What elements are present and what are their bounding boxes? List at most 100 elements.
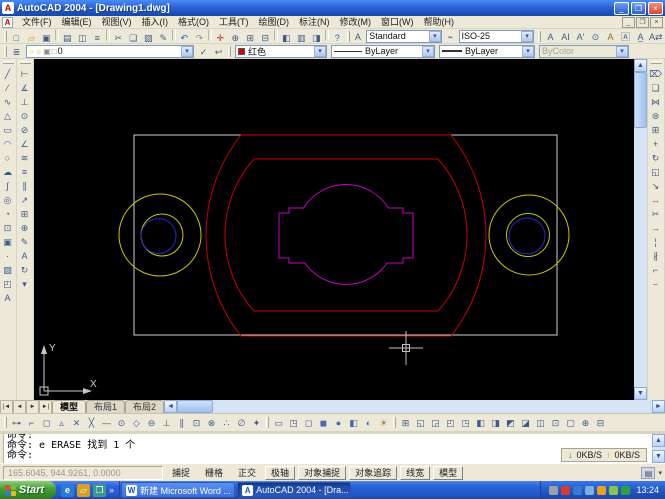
match-properties-icon[interactable]: ✎	[156, 31, 171, 44]
maximize-button[interactable]: ❐	[631, 1, 646, 15]
toolbar-grip[interactable]	[228, 45, 231, 57]
revcloud-icon[interactable]: ☁	[0, 164, 15, 178]
layout-tab[interactable]: 布局1	[86, 400, 126, 413]
task-button[interactable]: A AutoCAD 2004 - [Dra...	[237, 482, 352, 498]
move-icon[interactable]: +	[648, 136, 663, 150]
lengthen-icon[interactable]: ↔	[648, 192, 663, 206]
chevron-down-icon[interactable]: ▾	[181, 45, 193, 57]
quick-launch-chevron-icon[interactable]: »	[109, 485, 114, 495]
extend-icon[interactable]: →	[648, 220, 663, 234]
scale-text-icon[interactable]: 🄰	[618, 30, 633, 43]
tray-icon[interactable]	[585, 485, 595, 495]
layout-tab[interactable]: 模型	[52, 400, 87, 413]
menu-item[interactable]: 标注(N)	[294, 16, 335, 29]
snap-intersection-icon[interactable]: ✕	[69, 416, 84, 429]
materials-icon[interactable]: ⊟	[593, 416, 608, 429]
dimension-text-edit-icon[interactable]: A	[17, 248, 32, 262]
left-hole-circle[interactable]	[140, 218, 177, 254]
center-mark-icon[interactable]: ⊕	[17, 220, 32, 234]
save-icon[interactable]: ▣	[39, 31, 54, 44]
render-icon[interactable]: ☀	[376, 416, 391, 429]
snap-parallel-icon[interactable]: ∥	[174, 416, 189, 429]
quick-leader-icon[interactable]: ↗	[17, 192, 32, 206]
text-style-manager-icon[interactable]: A	[352, 30, 365, 43]
angular-dimension-icon[interactable]: ∠	[17, 136, 32, 150]
3d-wireframe-icon[interactable]: ◳	[286, 416, 301, 429]
toolbar-grip[interactable]	[650, 61, 662, 64]
ne-isometric-icon[interactable]: ◫	[533, 416, 548, 429]
radius-dimension-icon[interactable]: ⊙	[17, 108, 32, 122]
multiline-text-icon[interactable]: A	[543, 30, 558, 43]
chevron-down-icon[interactable]: ▾	[314, 45, 326, 57]
make-block-icon[interactable]: ▣	[0, 234, 15, 248]
tab-next-button[interactable]: ►	[26, 400, 39, 413]
gouraud-shaded-edges-icon[interactable]: ◐	[361, 416, 376, 429]
scroll-up-icon[interactable]: ▲	[652, 434, 665, 447]
tray-icon[interactable]	[573, 485, 583, 495]
line-icon[interactable]: ╱	[0, 66, 15, 80]
snap-none-icon[interactable]: ∅	[234, 416, 249, 429]
drawing-canvas[interactable]: YX	[34, 59, 634, 400]
erase-icon[interactable]: ⌦	[648, 66, 663, 80]
polyline-icon[interactable]: ∿	[0, 94, 15, 108]
quick-dimension-icon[interactable]: ≋	[17, 150, 32, 164]
task-button[interactable]: W 新建 Microsoft Word ...	[121, 482, 236, 498]
toolbar-grip[interactable]	[2, 61, 14, 64]
command-scrollbar[interactable]: ▲ ▼	[652, 434, 665, 463]
dimension-style-icon[interactable]: ▾	[17, 276, 32, 290]
hatch-icon[interactable]: ▨	[0, 262, 15, 276]
horizontal-scroll-track[interactable]	[213, 400, 652, 413]
right-hole-circle[interactable]	[508, 217, 546, 255]
toolbar-grip[interactable]	[19, 61, 31, 64]
tab-prev-button[interactable]: ◄	[13, 400, 26, 413]
baseline-dimension-icon[interactable]: ≡	[17, 164, 32, 178]
aligned-dimension-icon[interactable]: ∡	[17, 80, 32, 94]
left-boss-outer-circle[interactable]	[118, 193, 202, 277]
flat-shaded-icon[interactable]: ◼	[316, 416, 331, 429]
color-combo[interactable]: 红色 ▾	[235, 44, 327, 58]
layout-tab[interactable]: 布局2	[125, 400, 165, 413]
fillet-icon[interactable]: ⌣	[648, 276, 663, 290]
make-object-layer-current-icon[interactable]: ✓	[196, 45, 211, 58]
camera-icon[interactable]: ▢	[563, 416, 578, 429]
tab-first-button[interactable]: |◄	[0, 400, 13, 413]
toolbar-grip[interactable]	[393, 417, 396, 428]
tab-last-button[interactable]: ►|	[39, 400, 52, 413]
snap-perpendicular-icon[interactable]: ⊥	[159, 416, 174, 429]
layer-manager-icon[interactable]: ≣	[9, 45, 24, 58]
snap-insert-icon[interactable]: ⊡	[189, 416, 204, 429]
rectangle-icon[interactable]: ▭	[0, 122, 15, 136]
toolbar-grip[interactable]	[4, 30, 7, 42]
flat-shaded-edges-icon[interactable]: ◧	[346, 416, 361, 429]
menu-item[interactable]: 帮助(H)	[419, 16, 460, 29]
new-file-icon[interactable]: □	[9, 31, 24, 44]
quicklaunch-folder-icon[interactable]: ▱	[77, 483, 91, 497]
rotate-icon[interactable]: ↻	[648, 150, 663, 164]
scroll-down-icon[interactable]: ▼	[652, 450, 665, 463]
child-close-button[interactable]: ×	[650, 16, 663, 28]
single-line-text-icon[interactable]: AI	[558, 30, 573, 43]
stretch-icon[interactable]: ↘	[648, 178, 663, 192]
ordinate-dimension-icon[interactable]: ⊥	[17, 94, 32, 108]
chamfer-icon[interactable]: ⌐	[648, 262, 663, 276]
snap-quadrant-icon[interactable]: ◇	[129, 416, 144, 429]
ellipse-arc-icon[interactable]: ◔	[0, 206, 15, 220]
lights-icon[interactable]: ⊕	[578, 416, 593, 429]
diameter-dimension-icon[interactable]: ⊘	[17, 122, 32, 136]
menu-item[interactable]: 视图(V)	[97, 16, 137, 29]
status-toggle-button[interactable]: 捕捉	[166, 465, 197, 480]
text-style-icon[interactable]: A	[603, 30, 618, 43]
menu-item[interactable]: 编辑(E)	[57, 16, 97, 29]
redo-icon[interactable]: ↷	[192, 31, 207, 44]
dim-style-manager-icon[interactable]: ⌁	[444, 30, 457, 43]
scale-icon[interactable]: ◱	[648, 164, 663, 178]
horizontal-scroll-thumb[interactable]	[177, 400, 214, 413]
tray-icon[interactable]	[621, 485, 631, 495]
snap-nearest-icon[interactable]: ∴	[219, 416, 234, 429]
toolbar-grip[interactable]	[4, 45, 7, 57]
menu-item[interactable]: 插入(I)	[137, 16, 174, 29]
status-tray-chevron-icon[interactable]: ▾	[658, 469, 662, 477]
convert-distance-icon[interactable]: A⇄	[648, 30, 663, 43]
linear-dimension-icon[interactable]: ⊢	[17, 66, 32, 80]
justify-text-icon[interactable]: A̲	[633, 30, 648, 43]
